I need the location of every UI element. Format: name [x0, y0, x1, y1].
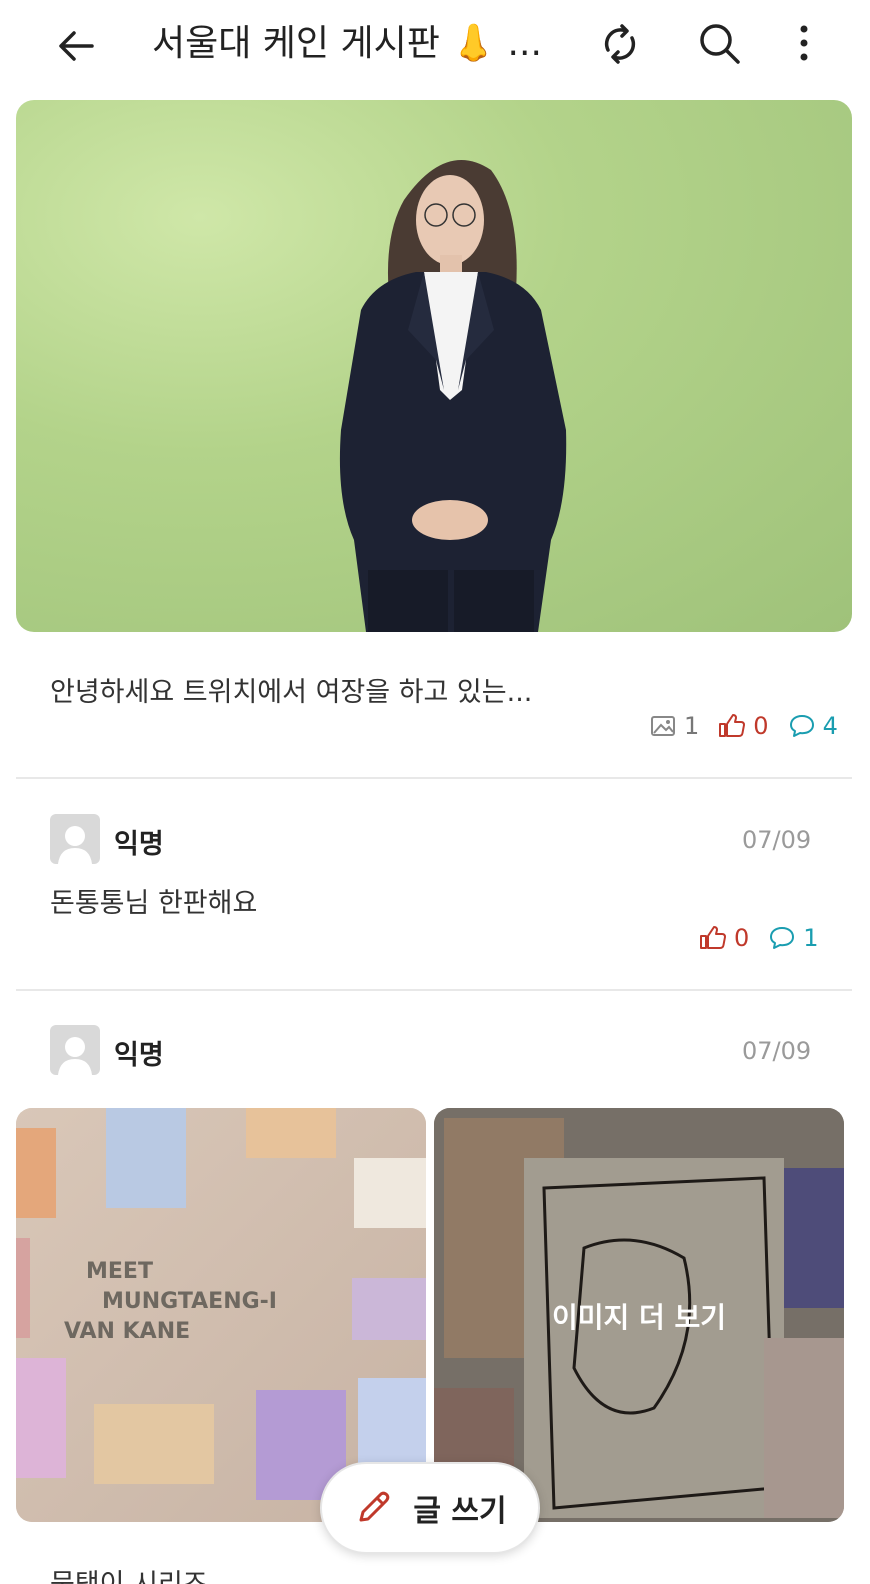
poster-line-1: MEET: [86, 1259, 153, 1284]
post-date: 07/09: [742, 1037, 812, 1065]
divider: [16, 777, 852, 779]
comment-count-value: 1: [803, 924, 819, 952]
avatar: [50, 1025, 100, 1075]
comment-count: 4: [789, 712, 838, 740]
like-count-value: 0: [753, 712, 769, 740]
like-count: 0: [719, 712, 769, 740]
person-in-suit-image: [339, 160, 567, 632]
search-icon[interactable]: [696, 20, 744, 68]
comment-count-value: 4: [822, 712, 838, 740]
pencil-icon: [359, 1491, 390, 1522]
image-count: 1: [650, 712, 699, 740]
more-options-icon[interactable]: [788, 20, 820, 68]
back-arrow-icon[interactable]: [52, 22, 100, 70]
divider: [16, 989, 852, 991]
more-images-thumbnail[interactable]: 이미지 더 보기: [434, 1108, 844, 1522]
like-count: 0: [700, 924, 749, 952]
post-body-text-partial[interactable]: 뭉탱이 시리즈: [50, 1562, 208, 1584]
thumbs-up-icon: [719, 714, 746, 737]
like-count-value: 0: [734, 924, 750, 952]
default-user-icon: [58, 826, 92, 864]
post-image-thumbnail[interactable]: MEET MUNGTAENG-I VAN KANE: [16, 1108, 426, 1522]
poster-line-2: MUNGTAENG-I: [102, 1289, 277, 1314]
avatar: [50, 814, 100, 864]
image-icon: [651, 716, 675, 736]
image-count-value: 1: [684, 712, 700, 740]
author-name: 익명: [114, 829, 164, 860]
write-post-label: 글 쓰기: [413, 1494, 507, 1529]
post-photo[interactable]: [16, 100, 852, 632]
author-name: 익명: [114, 1040, 164, 1071]
poster-line-3: VAN KANE: [64, 1319, 190, 1344]
post-feed: 안녕하세요 트위치에서 여장을 하고 있는... 1 0 4 익명 07/09 …: [0, 100, 870, 1584]
comment-count: 1: [769, 924, 819, 952]
comment-bubble-icon: [770, 927, 795, 949]
write-post-button[interactable]: 글 쓰기: [320, 1462, 540, 1554]
post-stats: 0 1: [686, 924, 819, 952]
comment-bubble-icon: [789, 715, 814, 737]
more-images-label[interactable]: 이미지 더 보기: [434, 1296, 844, 1336]
board-title: 서울대 케인 게시판 👃 ...: [152, 23, 542, 64]
thumbs-up-icon: [700, 926, 726, 949]
poster-art-image: MEET MUNGTAENG-I VAN KANE: [16, 1108, 426, 1522]
post-date: 07/09: [742, 826, 812, 854]
refresh-icon[interactable]: [596, 20, 644, 68]
post-body-text[interactable]: 돈통통님 한판해요: [50, 881, 257, 920]
default-user-icon: [58, 1037, 92, 1075]
post-stats: 1 0 4: [636, 712, 838, 740]
app-bar: 서울대 케인 게시판 👃 ...: [0, 0, 870, 96]
post-preview-text[interactable]: 안녕하세요 트위치에서 여장을 하고 있는...: [50, 670, 532, 709]
